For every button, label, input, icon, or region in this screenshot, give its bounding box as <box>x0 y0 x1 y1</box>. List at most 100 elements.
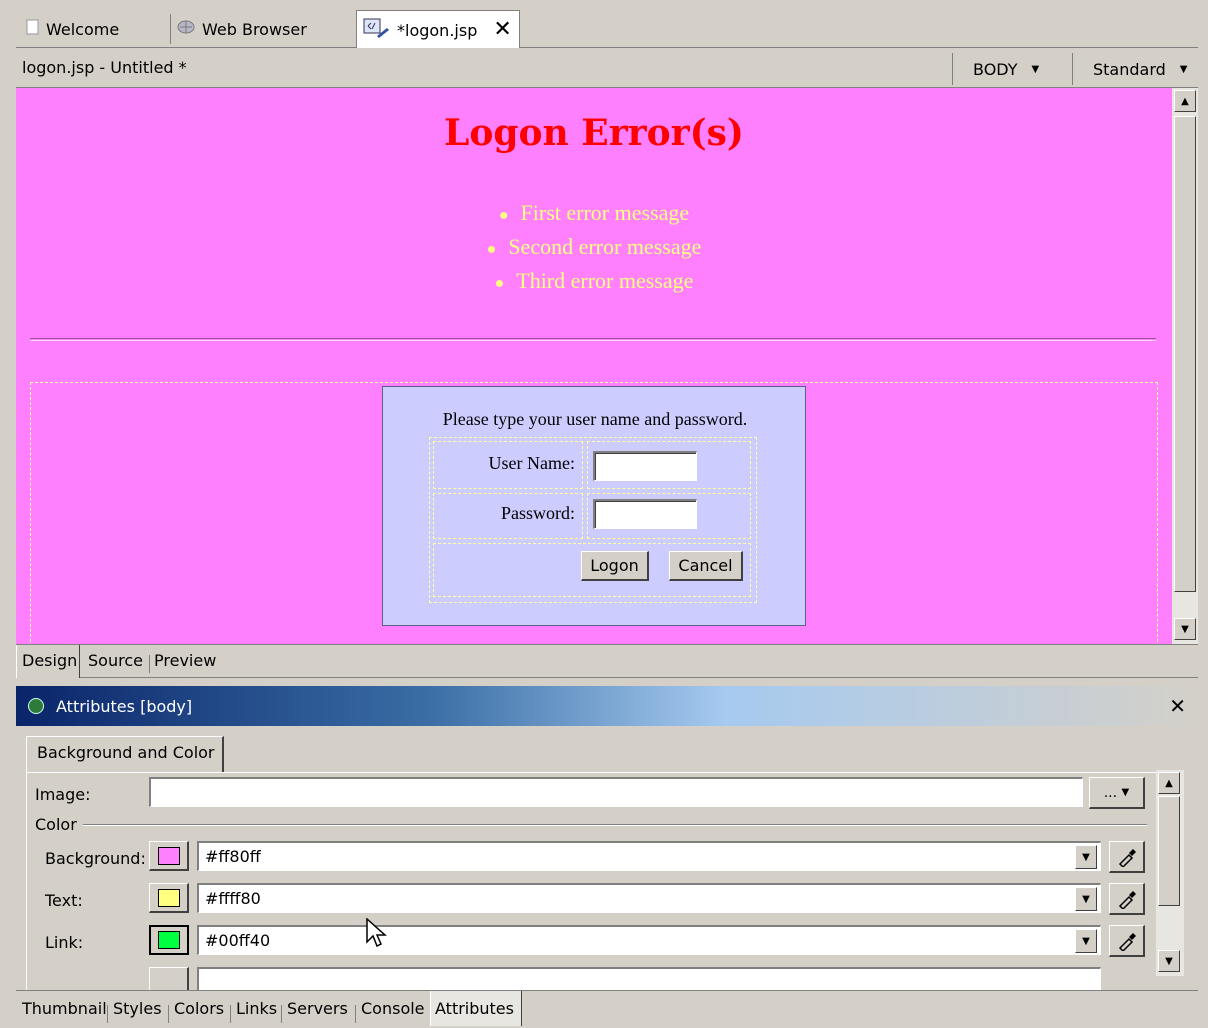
tab-servers[interactable]: Servers <box>287 999 348 1018</box>
mouse-cursor-icon <box>366 918 387 948</box>
eyedropper-icon[interactable] <box>1109 841 1145 873</box>
username-input[interactable] <box>593 451 697 481</box>
tab-colors[interactable]: Colors <box>174 999 224 1018</box>
list-item: ● Second error message <box>16 230 1172 264</box>
text-color-label: Text: <box>45 891 83 910</box>
jsp-file-icon <box>363 18 391 42</box>
tab-attributes[interactable]: Attributes <box>430 991 522 1026</box>
chevron-down-icon: ▼ <box>1031 63 1040 75</box>
tab-label: Welcome <box>46 19 120 39</box>
attributes-panel: Background and Color Image: ... ▼ Color … <box>16 726 1198 990</box>
chevron-down-icon[interactable]: ▼ <box>1075 887 1097 911</box>
bullet-icon: ● <box>486 241 497 258</box>
image-label: Image: <box>35 785 91 804</box>
attributes-icon <box>28 698 44 714</box>
tab-label: Web Browser <box>202 19 307 39</box>
scroll-thumb[interactable] <box>1174 116 1196 592</box>
tab-links[interactable]: Links <box>236 999 277 1018</box>
logon-form-table: Please type your user name and password.… <box>382 386 806 626</box>
tab-separator <box>281 1005 282 1023</box>
tab-preview[interactable]: Preview <box>154 651 216 670</box>
group-divider <box>83 824 1147 826</box>
attributes-title: Attributes [body] <box>56 696 193 716</box>
next-color-swatch[interactable] <box>149 967 189 990</box>
next-color-field[interactable] <box>197 967 1101 990</box>
cancel-button[interactable]: Cancel <box>669 551 743 581</box>
bullet-icon: ● <box>498 207 509 224</box>
password-label: Password: <box>500 503 575 523</box>
tab-separator <box>107 1005 108 1023</box>
tab-separator <box>149 655 150 673</box>
form-prompt: Please type your user name and password. <box>442 409 748 429</box>
view-mode-value: Standard <box>1093 59 1166 79</box>
link-color-field[interactable]: #00ff40 <box>197 925 1101 955</box>
attributes-view-header: Attributes [body] ✕ <box>16 686 1198 726</box>
scroll-down-icon[interactable]: ▼ <box>1158 950 1180 972</box>
tag-selector[interactable]: BODY ▼ <box>952 53 1072 85</box>
view-mode-selector[interactable]: Standard ▼ <box>1072 53 1198 85</box>
editor-title-row: logon.jsp - Untitled * BODY ▼ Standard ▼ <box>16 48 1198 88</box>
tab-console[interactable]: Console <box>361 999 425 1018</box>
tab-welcome[interactable]: Welcome <box>26 10 119 48</box>
close-icon[interactable]: ✕ <box>493 19 511 41</box>
scroll-up-icon[interactable]: ▲ <box>1174 90 1196 112</box>
image-field[interactable] <box>149 777 1083 807</box>
tab-design[interactable]: Design <box>16 645 80 678</box>
color-group-label: Color <box>35 815 77 834</box>
canvas-scrollbar[interactable]: ▲ ▼ <box>1172 88 1198 644</box>
password-input[interactable] <box>593 499 697 529</box>
horizontal-rule <box>30 338 1156 341</box>
error-message: First error message <box>520 200 690 225</box>
tab-separator <box>170 14 171 44</box>
text-color-field[interactable]: #ffff80 <box>197 883 1101 913</box>
tab-thumbnail[interactable]: Thumbnail <box>22 999 107 1018</box>
eyedropper-icon[interactable] <box>1109 883 1145 915</box>
eyedropper-icon[interactable] <box>1109 925 1145 957</box>
tab-web-browser[interactable]: Web Browser <box>176 10 307 48</box>
link-color-swatch[interactable] <box>149 925 189 955</box>
globe-icon <box>176 19 196 39</box>
chevron-down-icon[interactable]: ▼ <box>1075 929 1097 953</box>
logon-button[interactable]: Logon <box>581 551 649 581</box>
close-icon[interactable]: ✕ <box>1169 694 1186 718</box>
swatch-fill <box>158 889 180 907</box>
scroll-thumb[interactable] <box>1158 796 1180 906</box>
tab-logon-jsp[interactable]: *logon.jsp ✕ <box>356 10 520 49</box>
image-browse-button[interactable]: ... ▼ <box>1089 777 1145 809</box>
scroll-down-icon[interactable]: ▼ <box>1174 618 1196 640</box>
background-label: Background: <box>45 849 146 868</box>
page-heading: Logon Error(s) <box>444 112 744 154</box>
text-color-swatch[interactable] <box>149 883 189 913</box>
scroll-up-icon[interactable]: ▲ <box>1158 772 1180 794</box>
list-item: ● Third error message <box>16 264 1172 298</box>
error-message: Third error message <box>516 268 694 293</box>
tab-separator <box>230 1005 231 1023</box>
bullet-icon: ● <box>494 275 505 292</box>
list-item: ● First error message <box>16 196 1172 230</box>
tab-styles[interactable]: Styles <box>113 999 162 1018</box>
error-list: ● First error message ● Second error messa… <box>16 196 1172 298</box>
tab-label: *logon.jsp <box>397 20 478 40</box>
username-label: User Name: <box>488 453 575 473</box>
browse-button-label: ... <box>1103 784 1118 801</box>
page-icon <box>26 19 40 39</box>
background-color-swatch[interactable] <box>149 841 189 871</box>
tab-source[interactable]: Source <box>88 651 143 670</box>
tag-selector-value: BODY <box>973 59 1018 79</box>
chevron-down-icon[interactable]: ▼ <box>1075 845 1097 869</box>
document-title: logon.jsp - Untitled * <box>22 58 187 77</box>
background-color-page: Image: ... ▼ Color Background: #ff80ff ▼… <box>26 772 1162 990</box>
swatch-fill <box>158 931 180 949</box>
editor-mode-tabs: Design Source Preview <box>16 644 1198 678</box>
view-tabs: Thumbnail Styles Colors Links Servers Co… <box>16 990 1198 1026</box>
tab-background-and-color[interactable]: Background and Color <box>26 736 224 772</box>
tab-separator <box>355 1005 356 1023</box>
swatch-fill <box>158 847 180 865</box>
background-color-field[interactable]: #ff80ff <box>197 841 1101 871</box>
link-color-label: Link: <box>45 933 84 952</box>
error-message: Second error message <box>508 234 702 259</box>
design-canvas[interactable]: Logon Error(s) ● First error message ● Sec… <box>16 88 1172 644</box>
attributes-scrollbar[interactable]: ▲ ▼ <box>1156 770 1184 976</box>
chevron-down-icon: ▼ <box>1121 787 1130 798</box>
tab-separator <box>168 1005 169 1023</box>
